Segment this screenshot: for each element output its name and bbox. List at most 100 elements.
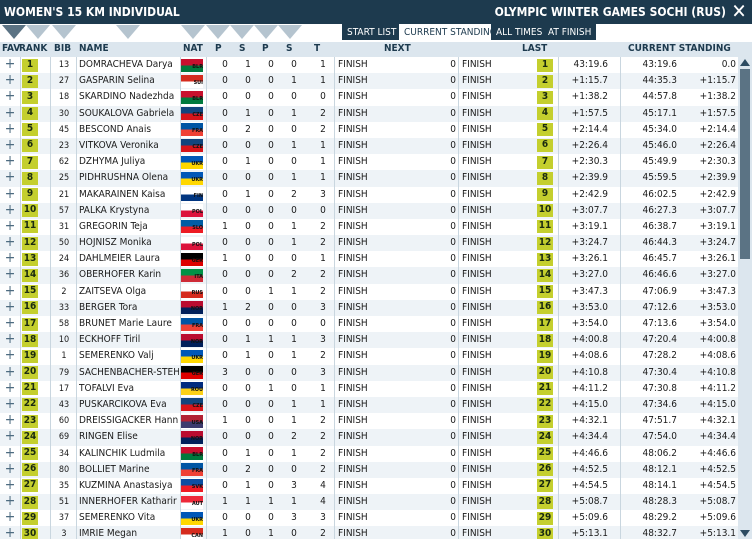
table-row[interactable]: +1 13 DOMRACHEVA Darya BLR 0 1 0 0 1 FINISH 0 FINIS… [0, 57, 738, 74]
fav-plus-icon[interactable]: + [4, 219, 16, 233]
table-row[interactable]: +4 30 SOUKALOVA Gabriela CZE 0 1 0 1 2 FINISH 0 FIN… [0, 105, 738, 122]
header-current-standing[interactable]: CURRENT STANDING [628, 43, 731, 54]
table-row[interactable]: +5 45 BESCOND Anais FRA 0 2 0 0 2 FINISH 0 FINISH 5 +… [0, 121, 738, 138]
table-row[interactable]: +2 27 GASPARIN Selina SUI 0 0 0 1 1 FINISH 0 FINISH… [0, 73, 738, 90]
table-row[interactable]: +29 37 SEMERENKO Vita UKR 0 0 0 3 3 FINISH 0 FINISH… [0, 510, 738, 527]
fav-plus-icon[interactable]: + [4, 316, 16, 330]
fav-plus-icon[interactable]: + [4, 348, 16, 362]
header-s1[interactable]: S [239, 43, 245, 54]
table-row[interactable]: +15 2 ZAITSEVA Olga RUS 0 0 1 1 2 FINISH 0 FINISH 15… [0, 283, 738, 300]
header-p2[interactable]: P [262, 43, 269, 54]
column-divider [76, 137, 77, 155]
table-row[interactable]: +19 1 SEMERENKO Valj UKR 0 1 0 1 2 FINISH 0 FINISH 1… [0, 348, 738, 365]
header-bib[interactable]: BIB [54, 43, 71, 54]
penalty-p1: 0 [222, 463, 228, 475]
sort-fav-icon[interactable] [2, 25, 26, 39]
column-divider [558, 477, 559, 495]
sort-bib-icon[interactable] [52, 25, 76, 39]
table-row[interactable]: +7 62 DZHYMA Juliya UKR 0 1 0 0 1 FINISH 0 FINISH 7 +… [0, 154, 738, 171]
header-fav[interactable]: FAV [2, 43, 20, 54]
close-icon[interactable]: ✕ [728, 1, 750, 23]
fav-plus-icon[interactable]: + [4, 332, 16, 346]
table-row[interactable]: +21 17 TOFALVI Eva ROU 0 0 1 0 1 FINISH 0 FINISH 21 +… [0, 380, 738, 397]
fav-plus-icon[interactable]: + [4, 203, 16, 217]
table-row[interactable]: +24 69 RINGEN Elise NOR 0 0 0 2 2 FINISH 0 FINISH 24… [0, 429, 738, 446]
table-row[interactable]: +6 23 VITKOVA Veronika CZE 0 0 0 1 1 FINISH 0 FINIS… [0, 137, 738, 155]
sort-nat-icon[interactable] [181, 25, 205, 39]
fav-plus-icon[interactable]: + [4, 187, 16, 201]
table-row[interactable]: +14 36 OBERHOFER Karin ITA 0 0 0 2 2 FINISH 0 FINIS… [0, 267, 738, 284]
current-standing-button[interactable]: CURRENT STANDING [399, 24, 502, 40]
table-row[interactable]: +17 58 BRUNET Marie Laure FRA 0 0 0 0 0 FINISH 0 FI… [0, 316, 738, 333]
scroll-down-icon[interactable] [740, 530, 750, 537]
fav-plus-icon[interactable]: + [4, 365, 16, 379]
fav-plus-icon[interactable]: + [4, 89, 16, 103]
column-divider [50, 73, 51, 90]
fav-plus-icon[interactable]: + [4, 251, 16, 265]
table-row[interactable]: +3 18 SKARDINO Nadezhda BLR 0 0 0 0 0 FINISH 0 FINI… [0, 89, 738, 106]
fav-plus-icon[interactable]: + [4, 446, 16, 460]
scroll-up-icon[interactable] [740, 59, 750, 66]
fav-plus-icon[interactable]: + [4, 462, 16, 476]
table-row[interactable]: +26 80 BOLLIET Marine FRA 0 2 0 0 2 FINISH 0 FINISH… [0, 461, 738, 478]
scroll-thumb[interactable] [740, 69, 750, 259]
fav-plus-icon[interactable]: + [4, 267, 16, 281]
column-divider [180, 348, 181, 365]
start-list-button[interactable]: START LIST [342, 24, 402, 40]
table-row[interactable]: +12 50 HOJNISZ Monika POL 0 0 0 1 2 FINISH 0 FINISH… [0, 235, 738, 252]
table-row[interactable]: +10 57 PALKA Krystyna POL 0 0 0 0 0 FINISH 0 FINISH… [0, 202, 738, 219]
table-row[interactable]: +11 31 GREGORIN Teja SLO 1 0 0 1 2 FINISH 0 FINISH 1… [0, 218, 738, 236]
header-s2[interactable]: S [286, 43, 292, 54]
fav-plus-icon[interactable]: + [4, 73, 16, 87]
table-row[interactable]: +16 33 BERGER Tora NOR 1 2 0 0 3 FINISH 0 FINISH 16 +… [0, 299, 738, 316]
header-p1[interactable]: P [215, 43, 222, 54]
fav-plus-icon[interactable]: + [4, 413, 16, 427]
table-row[interactable]: +25 34 KALINCHIK Ludmila BLR 0 1 0 1 2 FINISH 0 FIN… [0, 445, 738, 462]
fav-plus-icon[interactable]: + [4, 510, 16, 524]
fav-plus-icon[interactable]: + [4, 381, 16, 395]
fav-plus-icon[interactable]: + [4, 154, 16, 168]
header-name[interactable]: NAME [79, 43, 109, 54]
fav-plus-icon[interactable]: + [4, 170, 16, 184]
sort-s1-icon[interactable] [230, 25, 254, 39]
table-row[interactable]: +30 3 IMRIE Megan CAN 1 0 1 0 2 FINISH 0 FINISH 30 +5… [0, 526, 738, 539]
penalty-p2: 0 [268, 269, 274, 281]
table-row[interactable]: +22 43 PUSKARCIKOVA Eva CZE 0 0 0 1 1 FINISH 0 FINI… [0, 396, 738, 414]
header-rank[interactable]: RANK [19, 43, 47, 54]
table-row[interactable]: +27 35 KUZMINA Anastasiya SVK 0 1 0 3 4 FINISH 0 FI… [0, 477, 738, 495]
table-row[interactable]: +20 79 SACHENBACHER-STEH GER 3 0 0 0 3 FINISH 0 FIN… [0, 364, 738, 381]
sort-p2-icon[interactable] [254, 25, 278, 39]
fav-plus-icon[interactable]: + [4, 235, 16, 249]
fav-plus-icon[interactable]: + [4, 106, 16, 120]
sort-rank-icon[interactable] [26, 25, 50, 39]
fav-plus-icon[interactable]: + [4, 122, 16, 136]
fav-plus-icon[interactable]: + [4, 138, 16, 152]
table-row[interactable]: +8 25 PIDHRUSHNA Olena UKR 0 0 0 1 1 FINISH 0 FINIS… [0, 170, 738, 187]
sort-s2-icon[interactable] [278, 25, 302, 39]
fav-plus-icon[interactable]: + [4, 478, 16, 492]
header-last[interactable]: LAST [522, 43, 547, 54]
penalty-s1: 0 [245, 172, 251, 184]
table-row[interactable]: +28 51 INNERHOFER Katharir AUT 1 1 1 1 4 FINISH 0 F… [0, 494, 738, 511]
table-row[interactable]: +13 24 DAHLMEIER Laura GER 1 0 0 0 1 FINISH 0 FINIS… [0, 251, 738, 268]
fav-plus-icon[interactable]: + [4, 397, 16, 411]
current-time: 48:12.1 [642, 463, 677, 475]
at-finish-button[interactable]: AT FINISH [543, 24, 597, 40]
column-divider [620, 154, 621, 171]
sort-name-icon[interactable] [116, 25, 140, 39]
sort-p1-icon[interactable] [206, 25, 230, 39]
fav-plus-icon[interactable]: + [4, 429, 16, 443]
header-next[interactable]: NEXT [384, 43, 411, 54]
scrollbar[interactable] [738, 57, 752, 539]
table-row[interactable]: +23 60 DREISSIGACKER Hann USA 1 0 0 1 2 FINISH 0 FI… [0, 413, 738, 430]
header-t[interactable]: T [314, 43, 320, 54]
all-times-button[interactable]: ALL TIMES [491, 24, 548, 40]
fav-plus-icon[interactable]: + [4, 300, 16, 314]
fav-plus-icon[interactable]: + [4, 494, 16, 508]
fav-plus-icon[interactable]: + [4, 57, 16, 71]
fav-plus-icon[interactable]: + [4, 526, 16, 539]
header-nat[interactable]: NAT [183, 43, 203, 54]
fav-plus-icon[interactable]: + [4, 284, 16, 298]
table-row[interactable]: +18 10 ECKHOFF Tiril NOR 0 1 1 1 3 FINISH 0 FINISH 1… [0, 332, 738, 349]
table-row[interactable]: +9 21 MAKARAINEN Kaisa FIN 0 1 0 2 3 FINISH 0 FINIS… [0, 186, 738, 203]
